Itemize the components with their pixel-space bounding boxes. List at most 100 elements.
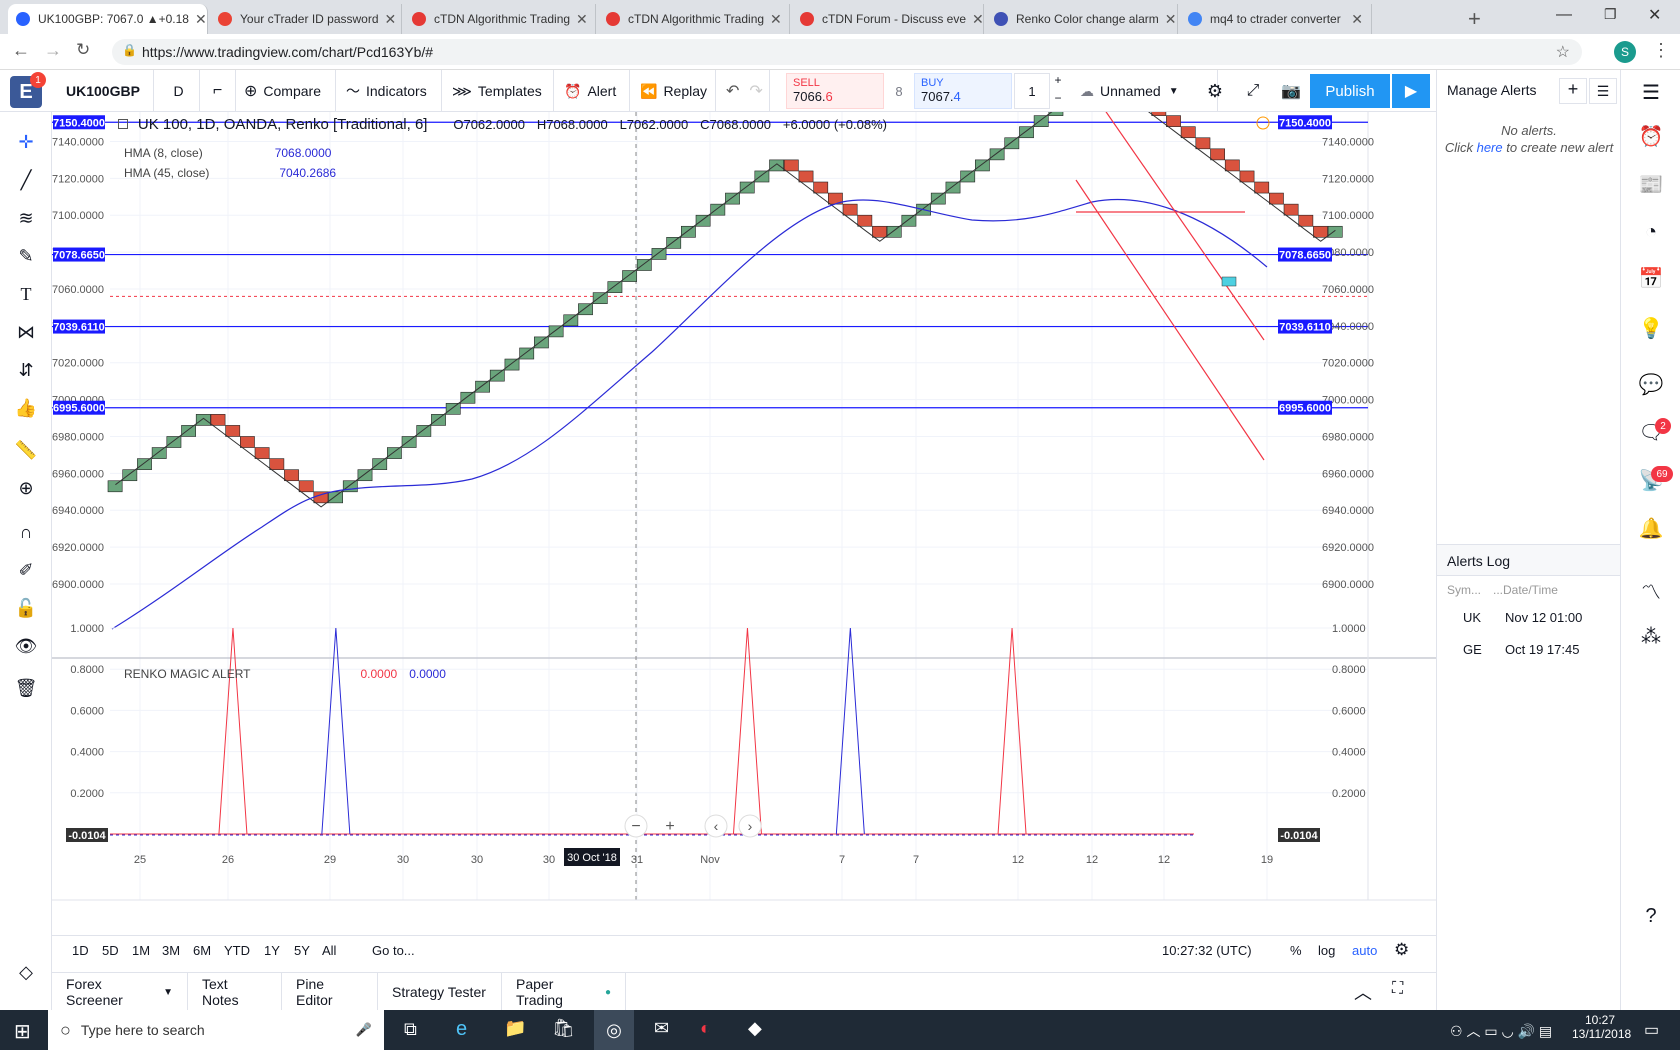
text-tool-icon[interactable]: T [14,282,38,306]
prediction-icon[interactable]: ⇵ [14,358,38,382]
qty-increase-button[interactable]: + [1050,73,1066,91]
fullscreen-icon[interactable]: ⤢ [1234,70,1272,112]
menu-icon[interactable]: ⋮ [1652,40,1670,61]
col-datetime[interactable]: ...Date/Time [1493,583,1558,597]
add-alert-button[interactable]: + [1559,78,1587,104]
scroll-right-button[interactable]: › [748,818,753,834]
url-input[interactable]: 🔒 https://www.tradingview.com/chart/Pcd1… [112,39,1582,65]
trend-icon[interactable]: 〽 [1639,578,1663,604]
app-icon[interactable]: ◆ [748,1018,762,1039]
range-5d[interactable]: 5D [102,943,119,958]
compare-button[interactable]: ⊕ Compare [236,70,336,112]
legend-collapse-icon[interactable] [118,119,128,129]
chrome-icon[interactable]: ◎ [594,1010,634,1050]
brush-icon[interactable]: ✎ [14,244,38,268]
tab-paper-trading[interactable]: Paper Trading ● [502,973,626,1011]
ruler-icon[interactable]: 📏 [14,438,38,462]
browser-tab-5[interactable]: cTDN Forum - Discuss eve ✕ [792,4,984,34]
browser-tab-3[interactable]: cTDN Algorithmic Trading ✕ [404,4,596,34]
pattern-icon[interactable]: ⋈ [14,320,38,344]
layers-icon[interactable]: ◇ [14,960,38,984]
close-icon[interactable]: ✕ [1345,11,1363,28]
profile-avatar[interactable]: S [1614,41,1636,63]
ctrader-icon[interactable]: ◐ [700,1018,711,1039]
file-explorer-icon[interactable]: 📁 [504,1018,526,1039]
range-ytd[interactable]: YTD [224,943,250,958]
zoom-out-button[interactable]: − [631,818,640,835]
range-6m[interactable]: 6M [193,943,211,958]
replay-button[interactable]: ⏪ Replay [632,70,716,112]
zoom-in-icon[interactable]: ⊕ [14,476,38,500]
chart-area[interactable]: 7140.0000 7140.0000 7120.0000 7120.0000 7100… [52,112,1436,935]
tab-pine-editor[interactable]: Pine Editor [282,973,378,1011]
range-3m[interactable]: 3M [162,943,180,958]
list-icon[interactable]: ☰ [1589,78,1617,104]
interval-button[interactable]: D [158,70,200,112]
unlock-icon[interactable]: 🔓 [14,596,38,620]
expand-panel-icon[interactable]: ︿ [1354,979,1372,1005]
clock-time[interactable]: 10:27:32 (UTC) [1162,943,1252,958]
legend-title[interactable]: UK 100, 1D, OANDA, Renko [Traditional, 6… [138,116,428,133]
alert-button[interactable]: ⏰ Alert [556,70,630,112]
help-icon[interactable]: ? [1639,904,1663,928]
restore-button[interactable]: ❐ [1604,6,1617,23]
mail-icon[interactable]: ✉ [654,1018,669,1039]
scroll-left-button[interactable]: ‹ [714,818,719,834]
hotlist-icon[interactable]: ⁂ [1639,624,1663,648]
camera-icon[interactable]: 📷 [1272,70,1310,112]
browser-tab-7[interactable]: mq4 to ctrader converter ✕ [1180,4,1372,34]
fib-icon[interactable]: ≋ [14,206,38,230]
edge-icon[interactable]: e [456,1018,467,1041]
close-window-button[interactable]: ✕ [1648,5,1661,25]
magnet-icon[interactable]: ∩ [14,520,38,544]
templates-button[interactable]: ⋙ Templates [444,70,554,112]
news-icon[interactable]: 📰 [1639,172,1664,196]
log-row-date[interactable]: Oct 19 17:45 [1505,642,1579,657]
new-tab-button[interactable]: + [1468,6,1481,32]
notification-center-icon[interactable]: ▭ [1644,1020,1659,1040]
idea-icon[interactable]: 💡 [1639,316,1664,340]
data-window-icon[interactable]: ◔ [1639,220,1663,244]
back-button[interactable]: ← [12,40,30,61]
bell-icon[interactable]: 🔔 [1639,516,1664,540]
close-icon[interactable]: ✕ [764,11,782,28]
log-row-symbol[interactable]: GE [1463,642,1482,657]
taskbar-search-input[interactable]: ○ Type here to search 🎤 [48,1010,384,1050]
calendar-icon[interactable]: 📅 [1639,266,1664,290]
symbol-search[interactable]: UK100GBP [58,70,154,112]
qty-decrease-button[interactable]: − [1050,91,1066,109]
log-toggle[interactable]: log [1318,943,1335,958]
gear-icon[interactable]: ⚙ [1394,940,1409,960]
browser-tab-1[interactable]: UK100GBP: 7067.0 ▲+0.18 ✕ [8,4,208,34]
close-icon[interactable]: ✕ [1159,11,1177,28]
watchlist-icon[interactable]: ☰ [1639,80,1663,104]
range-1d[interactable]: 1D [72,943,89,958]
publish-button[interactable]: Publish [1310,74,1390,108]
range-5y[interactable]: 5Y [294,943,310,958]
range-1y[interactable]: 1Y [264,943,280,958]
play-icon[interactable]: ▶ [1392,74,1430,108]
sell-button[interactable]: SELL 7066.6 [786,73,884,109]
range-1m[interactable]: 1M [132,943,150,958]
zoom-in-button[interactable]: + [665,818,674,835]
forward-button[interactable]: → [44,40,62,61]
tab-forex-screener[interactable]: Forex Screener ▼ [52,973,188,1011]
browser-tab-4[interactable]: cTDN Algorithmic Trading ✕ [598,4,790,34]
hma8-legend[interactable]: HMA (8, close) 7068.0000 [124,146,331,160]
tray-icons[interactable]: ⚇ ︿ ▭ ◡ 🔊 ▤ [1450,1021,1552,1041]
trash-icon[interactable]: 🗑 [14,676,38,700]
hma45-legend[interactable]: HMA (45, close) 7040.2686 [124,166,336,180]
tab-text-notes[interactable]: Text Notes [188,973,282,1011]
thumbs-up-icon[interactable]: 👍 [14,396,38,420]
browser-tab-6[interactable]: Renko Color change alarm ✕ [986,4,1178,34]
task-view-icon[interactable]: ⧉ [404,1019,417,1040]
log-row-date[interactable]: Nov 12 01:00 [1505,610,1582,625]
star-icon[interactable]: ☆ [1556,42,1570,62]
chat-icon[interactable]: 💬 [1639,372,1664,396]
indicators-button[interactable]: 〜 Indicators [338,70,442,112]
close-icon[interactable]: ✕ [379,11,397,28]
close-icon[interactable]: ✕ [189,11,207,28]
crosshair-icon[interactable]: ✛ [14,130,38,154]
log-row-symbol[interactable]: UK [1463,610,1481,625]
goto-button[interactable]: Go to... [372,943,415,958]
